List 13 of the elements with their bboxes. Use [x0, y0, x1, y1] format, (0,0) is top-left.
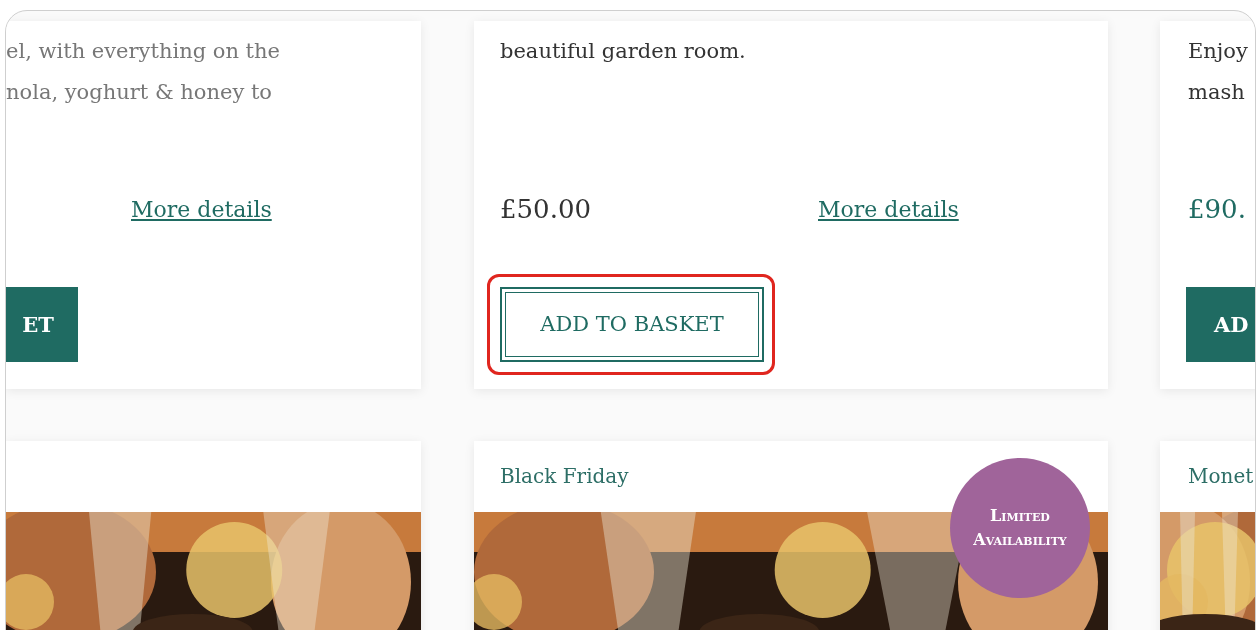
add-to-basket-button[interactable]: ET: [6, 287, 78, 362]
category-label: Black Friday: [500, 463, 629, 491]
product-description: beautiful garden room.: [500, 38, 747, 65]
add-to-basket-button[interactable]: AD: [1186, 287, 1255, 362]
more-details-link[interactable]: More details: [131, 193, 272, 226]
add-to-basket-button[interactable]: ADD TO BASKET: [500, 287, 764, 362]
limited-availability-badge: Limited Availability: [950, 458, 1090, 598]
category-label: Monet: [1188, 463, 1254, 491]
more-details-link[interactable]: More details: [818, 193, 959, 226]
product-description: el, with everything on the nola, yoghurt & honey to: [6, 38, 281, 106]
product-description: Enjoy mash: [1188, 38, 1249, 106]
price: £90.: [1188, 192, 1246, 226]
price: £50.00: [500, 192, 591, 226]
